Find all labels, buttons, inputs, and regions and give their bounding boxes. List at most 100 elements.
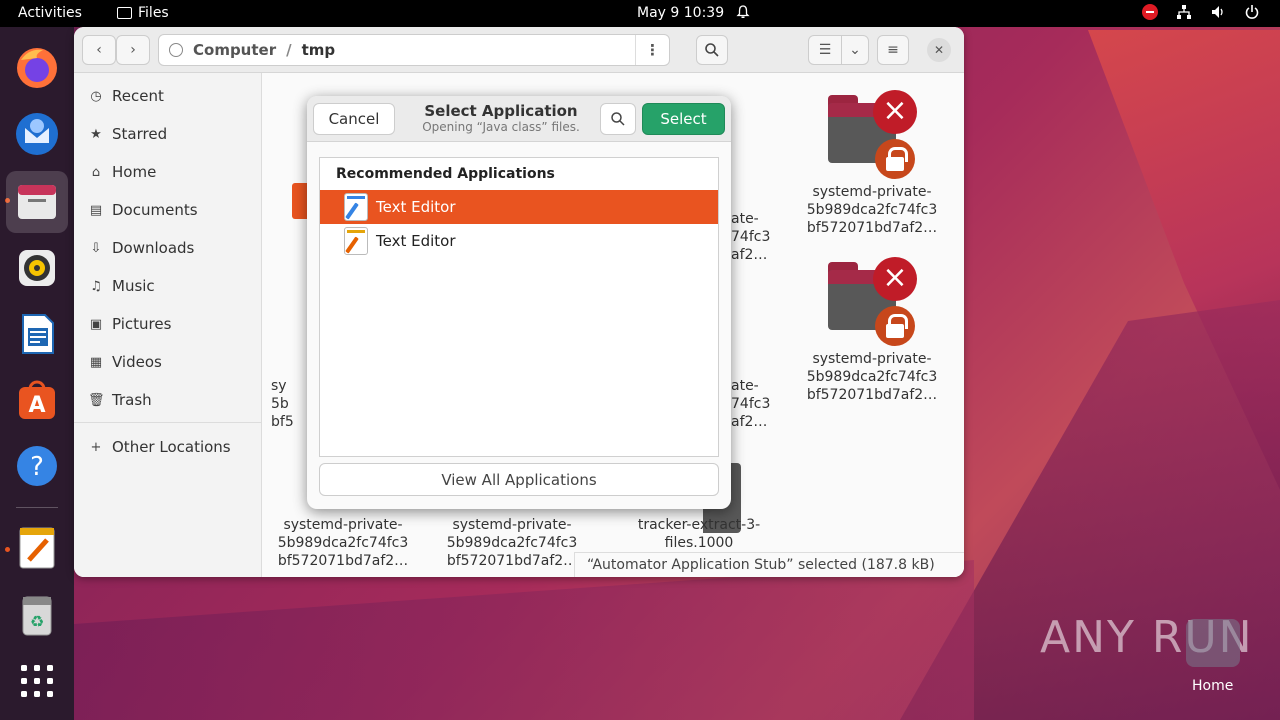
main-menu-button[interactable]: ≡ [877,35,909,65]
search-button[interactable] [600,103,636,135]
thunderbird-icon[interactable] [13,110,61,158]
cancel-button[interactable]: Cancel [313,103,395,135]
download-icon: ⇩ [90,240,102,256]
sidebar-label: Music [112,277,155,295]
path-bar[interactable]: Computer / tmp ⋮ [158,34,670,66]
file-name-line: bf572071bd7af2… [446,553,578,569]
sidebar-item-home[interactable]: ⌂ Home [88,160,156,184]
sidebar-item-documents[interactable]: ▤ Documents [88,198,198,222]
app-menu[interactable]: Files [117,5,169,21]
chevron-right-icon: › [130,42,136,58]
hamburger-icon: ≡ [887,42,899,58]
dialog-subtitle: Opening “Java class” files. [422,120,580,134]
clock[interactable]: May 9 10:39 [637,5,724,21]
app-name: Files [138,5,169,21]
file-name-line: 5b989dca2fc74fc3 [806,369,938,385]
view-options-button[interactable]: ⌄ [841,35,869,65]
bell-icon[interactable] [736,5,750,19]
app-center-icon[interactable]: A [13,375,61,423]
lock-badge-icon [875,306,915,346]
text-editor-icon [344,193,368,221]
application-list: Recommended Applications Text Editor Tex… [319,157,719,457]
network-icon[interactable] [1176,4,1192,20]
file-name-line: ate- [731,211,759,227]
app-label: Text Editor [376,232,456,250]
section-heading: Recommended Applications [336,166,555,182]
sidebar-item-starred[interactable]: ★ Starred [88,122,167,146]
system-tray[interactable] [1142,4,1260,20]
list-view-icon: ☰ [818,42,832,58]
show-apps-icon[interactable] [13,657,61,705]
path-menu-icon[interactable]: ⋮ [635,35,669,65]
desktop-home-label[interactable]: Home [1192,678,1233,694]
sidebar-item-other-locations[interactable]: + Other Locations [88,435,231,459]
dock-separator [16,507,58,508]
plus-icon: + [90,439,102,455]
list-item[interactable]: Text Editor [320,190,718,224]
forward-button[interactable]: › [116,35,150,65]
file-name-line: af2… [731,414,768,430]
file-name-line: ate- [731,378,759,394]
star-icon: ★ [90,126,102,142]
sidebar-label: Downloads [112,239,195,257]
sidebar-item-music[interactable]: ♫ Music [88,274,155,298]
file-name-line: bf572071bd7af2… [277,553,409,569]
dialog-header: Cancel Select Application Opening “Java … [307,96,731,142]
file-name-line: 5b989dca2fc74fc3 [277,535,409,551]
path-tmp[interactable]: tmp [302,41,336,59]
svg-text:?: ? [30,452,44,482]
writer-icon[interactable] [13,310,61,358]
search-icon [705,43,719,57]
trash-icon[interactable]: ♻ [13,591,61,639]
do-not-disturb-icon[interactable] [1142,4,1158,20]
rhythmbox-icon[interactable] [13,244,61,292]
back-button[interactable]: ‹ [82,35,116,65]
activities-button[interactable]: Activities [18,5,82,21]
select-application-dialog: Cancel Select Application Opening “Java … [307,96,731,509]
path-computer[interactable]: Computer [193,41,276,59]
sidebar-item-recent[interactable]: ◷ Recent [88,84,164,108]
file-name-line: systemd-private- [452,517,572,533]
sidebar-label: Recent [112,87,164,105]
folder-label[interactable]: systemd-private- 5b989dca2fc74fc3 bf5720… [797,183,947,237]
top-bar: Activities Files May 9 10:39 [0,0,1280,27]
sidebar-item-trash[interactable]: 🗑 Trash [88,388,152,412]
folder-label[interactable]: tracker-extract-3- files.1000 [624,516,774,552]
firefox-icon[interactable] [13,44,61,92]
folder-label[interactable]: systemd-private- 5b989dca2fc74fc3 bf5720… [437,516,587,570]
home-folder-icon[interactable] [1186,619,1240,667]
disk-icon [169,43,183,57]
partial-file-label[interactable]: ate- 74fc3 af2… [731,210,771,264]
running-indicator [5,547,10,552]
sidebar-item-pictures[interactable]: ▣ Pictures [88,312,172,336]
file-name-line: tracker-extract-3- [637,517,761,533]
sidebar: ◷ Recent ★ Starred ⌂ Home ▤ Documents ⇩ Downl… [74,73,262,577]
sidebar-item-downloads[interactable]: ⇩ Downloads [88,236,195,260]
clock-icon: ◷ [90,88,102,104]
help-icon[interactable]: ? [13,442,61,490]
sidebar-item-videos[interactable]: ▦ Videos [88,350,162,374]
file-name-line: bf572071bd7af2… [806,387,938,403]
unreadable-badge-icon: × [873,257,917,301]
sidebar-label: Videos [112,353,162,371]
files-icon[interactable] [6,171,68,233]
folder-label[interactable]: systemd-private- 5b989dca2fc74fc3 bf5720… [797,350,947,404]
volume-icon[interactable] [1210,4,1226,20]
file-name-line: af2… [731,247,768,263]
power-icon[interactable] [1244,4,1260,20]
select-button[interactable]: Select [642,103,725,135]
file-name-line: 5b989dca2fc74fc3 [806,202,938,218]
folder-label[interactable]: systemd-private- 5b989dca2fc74fc3 bf5720… [268,516,418,570]
list-item[interactable]: Text Editor [320,224,718,258]
sidebar-separator [74,422,262,423]
partial-file-label[interactable]: ate- 74fc3 af2… [731,377,771,431]
list-view-button[interactable]: ☰ [808,35,842,65]
text-editor-icon[interactable] [13,524,61,572]
close-window-button[interactable]: ✕ [927,38,951,62]
search-button[interactable] [696,35,728,65]
file-name-line: systemd-private- [812,351,932,367]
sidebar-label: Home [112,163,157,181]
view-all-applications-button[interactable]: View All Applications [319,463,719,496]
file-name-line: 5b989dca2fc74fc3 [446,535,578,551]
file-name-line: 74fc3 [731,229,771,245]
